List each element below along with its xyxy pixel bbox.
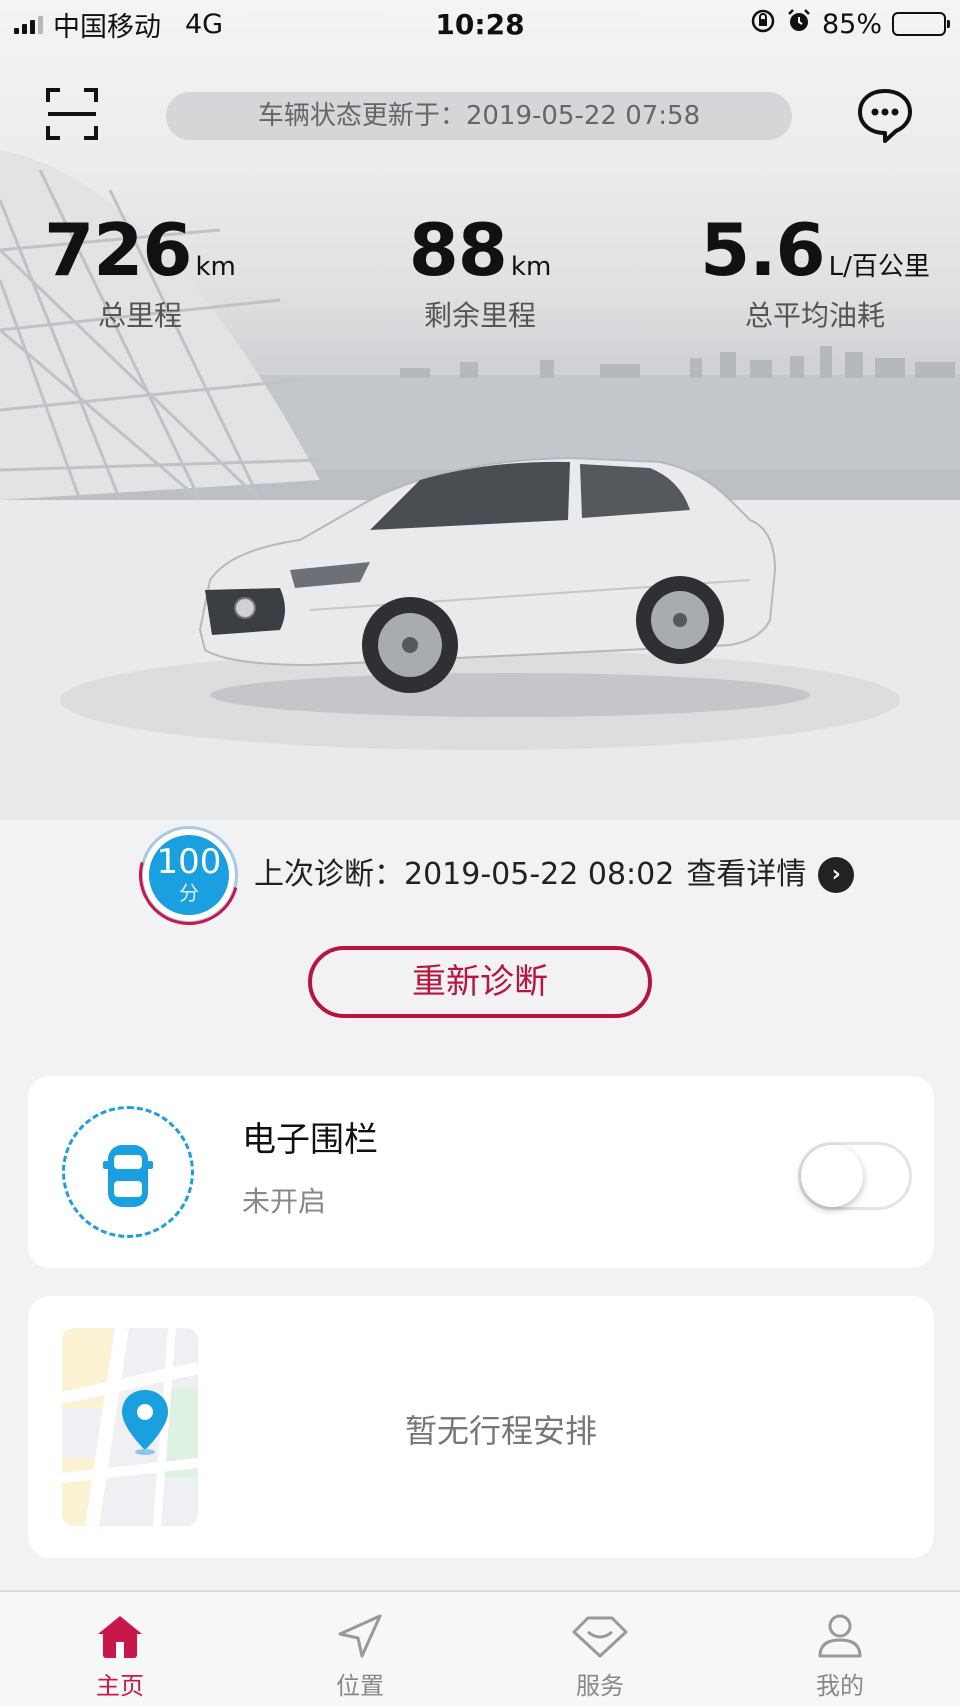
scan-icon bbox=[46, 88, 98, 140]
geofence-toggle[interactable] bbox=[798, 1142, 912, 1210]
battery-percent: 85% bbox=[821, 8, 882, 40]
stat-unit: km bbox=[195, 252, 236, 282]
service-icon bbox=[572, 1616, 628, 1658]
profile-icon bbox=[818, 1614, 862, 1658]
tab-home[interactable]: 主页 bbox=[0, 1592, 240, 1706]
last-diagnosis-row[interactable]: 上次诊断：2019-05-22 08:02 查看详情 › bbox=[254, 850, 855, 900]
stat-value: 726 bbox=[44, 208, 192, 292]
stat-unit: km bbox=[510, 252, 552, 282]
view-details-link[interactable]: 查看详情 bbox=[686, 850, 806, 900]
geofence-status: 未开启 bbox=[242, 1185, 327, 1218]
stat-value: 5.6 bbox=[700, 208, 826, 292]
scan-button[interactable] bbox=[46, 88, 98, 140]
carrier-label: 中国移动 bbox=[53, 11, 161, 43]
home-icon bbox=[98, 1616, 142, 1658]
no-trip-label: 暂无行程安排 bbox=[404, 1412, 597, 1450]
stat-total-mileage: 726 km 总里程 bbox=[30, 208, 250, 334]
geofence-icon bbox=[62, 1106, 194, 1238]
trip-card[interactable]: 暂无行程安排 bbox=[28, 1296, 934, 1558]
tab-label: 主页 bbox=[96, 1672, 144, 1700]
stat-avg-fuel: 5.6 L/百公里 总平均油耗 bbox=[690, 208, 940, 334]
stat-value: 88 bbox=[408, 208, 508, 292]
message-button[interactable] bbox=[856, 86, 914, 144]
stat-label: 总平均油耗 bbox=[744, 299, 885, 332]
alarm-icon bbox=[786, 8, 812, 41]
geofence-title: 电子围栏 bbox=[242, 1120, 378, 1160]
tab-label: 服务 bbox=[576, 1672, 624, 1700]
tab-label: 我的 bbox=[816, 1672, 864, 1700]
last-diagnosis-label: 上次诊断：2019-05-22 08:02 bbox=[254, 857, 675, 892]
chat-bubble-icon bbox=[858, 89, 912, 143]
stat-label: 剩余里程 bbox=[423, 299, 536, 332]
vehicle-status-updated-label: 车辆状态更新于：2019-05-22 07:58 bbox=[166, 92, 792, 140]
signal-icon bbox=[14, 14, 43, 34]
stat-label: 总里程 bbox=[97, 299, 182, 332]
battery-icon bbox=[892, 12, 950, 36]
tab-service[interactable]: 服务 bbox=[480, 1592, 720, 1706]
car-image bbox=[198, 456, 810, 717]
bottom-tab-bar: 主页 位置 服务 我的 bbox=[0, 1590, 960, 1706]
chevron-right-icon[interactable]: › bbox=[818, 857, 855, 893]
tab-location[interactable]: 位置 bbox=[240, 1592, 480, 1706]
network-label: 4G bbox=[185, 8, 224, 40]
score-unit: 分 bbox=[179, 881, 199, 905]
tab-label: 位置 bbox=[336, 1672, 384, 1700]
location-arrow-icon bbox=[338, 1614, 382, 1658]
score-value: 100 bbox=[156, 842, 222, 882]
status-bar: 中国移动 4G 10:28 85% bbox=[0, 0, 960, 48]
stat-unit: L/百公里 bbox=[828, 252, 930, 282]
stat-remaining-range: 88 km 剩余里程 bbox=[370, 208, 590, 334]
rediagnose-button[interactable]: 重新诊断 bbox=[308, 946, 652, 1018]
tab-profile[interactable]: 我的 bbox=[720, 1592, 960, 1706]
clock: 10:28 bbox=[435, 7, 525, 41]
rotation-lock-icon bbox=[750, 8, 776, 41]
diagnosis-score-badge[interactable]: 100 分 bbox=[120, 806, 258, 944]
geofence-card[interactable]: 电子围栏 未开启 bbox=[28, 1076, 934, 1268]
